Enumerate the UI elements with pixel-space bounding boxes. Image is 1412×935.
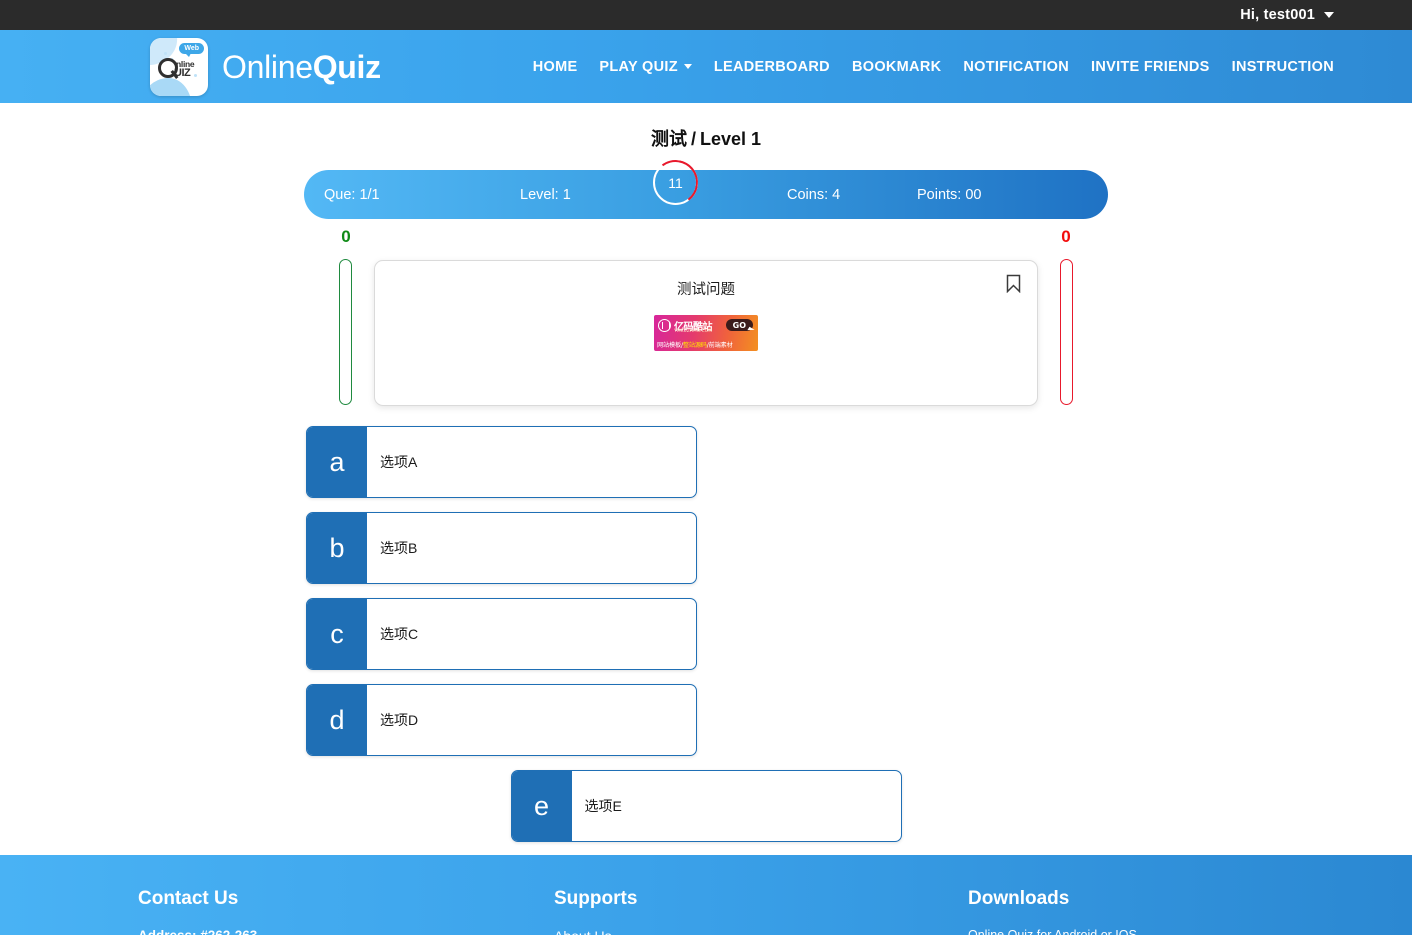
user-menu[interactable]: Hi, test001	[1240, 7, 1334, 23]
timer-value: 11	[668, 174, 683, 191]
logo-bubble-dot	[194, 73, 197, 77]
question-counter: Que: 1/1	[324, 186, 380, 203]
onlinequiz-logo-icon: nline UIZ Web	[150, 37, 208, 96]
level-indicator: Level: 1	[520, 186, 571, 203]
chevron-down-icon[interactable]	[1324, 12, 1334, 18]
nav-item-leaderboard[interactable]: LEADERBOARD	[714, 59, 830, 75]
quiz-status-bar: Que: 1/1 Level: 1 11 Coins: 4 Points: 00	[304, 160, 1108, 219]
breadcrumb: 测试 / Level 1	[0, 103, 1412, 151]
question-image-wrap: 亿码酷站 YMKUZHAN.COM GO 网站模板/整站源码/前端素材	[375, 315, 1037, 351]
nav-links: HOME PLAY QUIZ LEADERBOARD BOOKMARK NOTI…	[533, 59, 1334, 75]
nav-item-label: PLAY QUIZ	[599, 58, 678, 75]
option-letter: b	[307, 513, 367, 583]
footer-column-supports: Supports About Us	[554, 888, 637, 935]
nav-item-notification[interactable]: NOTIFICATION	[963, 59, 1069, 75]
image-bottom-2: /前端素材	[706, 342, 733, 349]
brand-logo[interactable]: nline UIZ Web OnlineQuiz	[150, 37, 381, 96]
footer-link-about-us[interactable]: About Us	[554, 928, 637, 935]
option-text: 选项E	[584, 798, 622, 814]
option-text: 选项C	[380, 626, 419, 642]
footer-column-downloads: Downloads Online Quiz for Android or IOS	[968, 888, 1137, 935]
question-text: 测试问题	[677, 282, 735, 298]
option-letter: c	[307, 599, 367, 669]
image-bottom-text: 网站模板/整站源码/前端素材	[657, 340, 733, 349]
option-letter: e	[511, 771, 572, 841]
logo-web-badge: Web	[179, 42, 204, 57]
answer-option-d[interactable]: d 选项D	[306, 684, 697, 756]
footer-link-download-app[interactable]: Online Quiz for Android or IOS	[968, 928, 1137, 935]
footer-column-line: Address: #262-263,	[138, 928, 261, 935]
option-text: 选项A	[380, 454, 418, 470]
quiz-page: 测试 / Level 1 Que: 1/1 Level: 1 11 Coins: 4…	[0, 103, 1412, 930]
option-letter: d	[307, 685, 367, 755]
nav-item-instruction[interactable]: INSTRUCTION	[1232, 59, 1334, 75]
question-card: 测试问题 亿码酷站 YMKUZHAN.COM GO 网站模板/整站源码/前端素材	[374, 260, 1038, 406]
nav-item-label: LEADERBOARD	[713, 58, 830, 75]
correct-score-meter	[339, 259, 352, 405]
countdown-timer: 11	[653, 160, 698, 205]
image-bottom-highlight: 整站源码	[682, 342, 707, 349]
answer-options: a 选项A b 选项B c 选项C d 选项D	[304, 426, 1108, 756]
option-letter: a	[307, 427, 367, 497]
option-text: 选项D	[380, 712, 419, 728]
footer-column-title: Downloads	[968, 888, 1070, 909]
breadcrumb-category: 测试	[650, 129, 687, 149]
brand-title-second: Quiz	[312, 48, 381, 85]
nav-item-label: NOTIFICATION	[963, 58, 1069, 75]
breadcrumb-level: Level 1	[699, 129, 762, 149]
answer-option-e-row: e 选项E	[304, 770, 1108, 842]
nav-item-invite-friends[interactable]: INVITE FRIENDS	[1091, 59, 1210, 75]
coins-counter: Coins: 4	[787, 186, 841, 203]
question-row: 0 0 测试问题 亿码酷站 YMKUZHAN.COM GO 网站模板/整站源码/…	[304, 219, 1108, 406]
footer-column-contact: Contact Us Address: #262-263,	[138, 888, 261, 935]
wrong-score-value: 0	[1061, 227, 1071, 246]
answer-option-b[interactable]: b 选项B	[306, 512, 697, 584]
cursor-icon	[747, 326, 755, 334]
image-bottom-1: 网站模板/	[657, 342, 683, 349]
wrong-score-meter	[1060, 259, 1073, 405]
top-utility-bar: Hi, test001	[0, 0, 1412, 30]
logo-word-quiz: UIZ	[174, 66, 191, 79]
logo-bubble-dot	[164, 51, 167, 55]
question-image: 亿码酷站 YMKUZHAN.COM GO 网站模板/整站源码/前端素材	[654, 315, 758, 351]
answer-option-e[interactable]: e 选项E	[510, 770, 902, 842]
breadcrumb-separator: /	[690, 129, 696, 149]
nav-item-home[interactable]: HOME	[533, 59, 578, 75]
main-navbar: nline UIZ Web OnlineQuiz HOME PLAY QUIZ …	[0, 30, 1412, 103]
brand-title-first: Online	[222, 48, 313, 85]
image-subtitle: YMKUZHAN.COM	[674, 329, 713, 334]
nav-item-bookmark[interactable]: BOOKMARK	[852, 59, 941, 75]
nav-item-label: INVITE FRIENDS	[1091, 58, 1210, 75]
bookmark-icon[interactable]	[1006, 274, 1021, 294]
nav-item-label: HOME	[532, 58, 578, 75]
page-footer: Contact Us Address: #262-263, Supports A…	[0, 855, 1412, 935]
points-counter: Points: 00	[917, 186, 982, 203]
correct-score-value: 0	[341, 227, 351, 246]
option-text: 选项B	[380, 540, 418, 556]
nav-item-play-quiz[interactable]: PLAY QUIZ	[599, 58, 692, 75]
answer-option-a[interactable]: a 选项A	[306, 426, 697, 498]
logo-wave-bottom	[150, 77, 192, 96]
nav-item-label: INSTRUCTION	[1231, 58, 1334, 75]
user-greeting: Hi, test001	[1240, 7, 1315, 23]
image-logo-icon	[658, 319, 671, 332]
nav-item-label: BOOKMARK	[851, 58, 942, 75]
chevron-down-icon[interactable]	[683, 64, 692, 69]
answer-option-c[interactable]: c 选项C	[306, 598, 697, 670]
footer-column-title: Supports	[554, 888, 638, 909]
brand-title: OnlineQuiz	[222, 51, 381, 83]
footer-column-title: Contact Us	[138, 888, 239, 909]
